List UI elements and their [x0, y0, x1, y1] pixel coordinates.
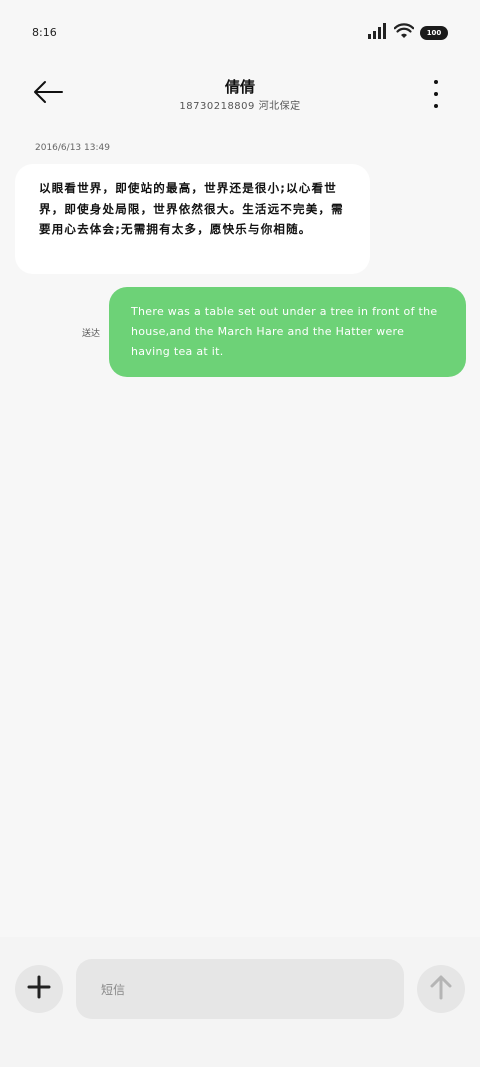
status-icons: 100	[368, 23, 448, 43]
wifi-icon	[393, 23, 415, 43]
contact-name: 倩倩	[224, 78, 255, 96]
outgoing-message-bubble[interactable]: There was a table set out under a tree i…	[109, 287, 466, 377]
battery-icon: 100	[420, 26, 448, 40]
more-options-button[interactable]	[428, 80, 444, 108]
signal-icon	[368, 23, 388, 43]
status-time: 8:16	[32, 26, 57, 39]
more-vertical-icon	[434, 80, 438, 84]
message-input[interactable]: 短信	[76, 959, 404, 1019]
message-timestamp: 2016/6/13 13:49	[35, 143, 110, 153]
status-bar: 8:16 100	[0, 0, 480, 66]
send-arrow-icon	[429, 974, 453, 1004]
delivery-status: 送达	[82, 329, 101, 339]
plus-icon	[27, 975, 51, 1003]
send-button[interactable]	[417, 965, 465, 1013]
add-attachment-button[interactable]	[15, 965, 63, 1013]
message-composer: 短信	[0, 937, 480, 1067]
conversation-header: 倩倩 18730218809 河北保定	[0, 66, 480, 130]
contact-subtitle: 18730218809 河北保定	[179, 101, 301, 112]
incoming-message-bubble[interactable]: 以眼看世界，即使站的最高，世界还是很小;以心看世界，即使身处局限，世界依然很大。…	[15, 164, 370, 274]
